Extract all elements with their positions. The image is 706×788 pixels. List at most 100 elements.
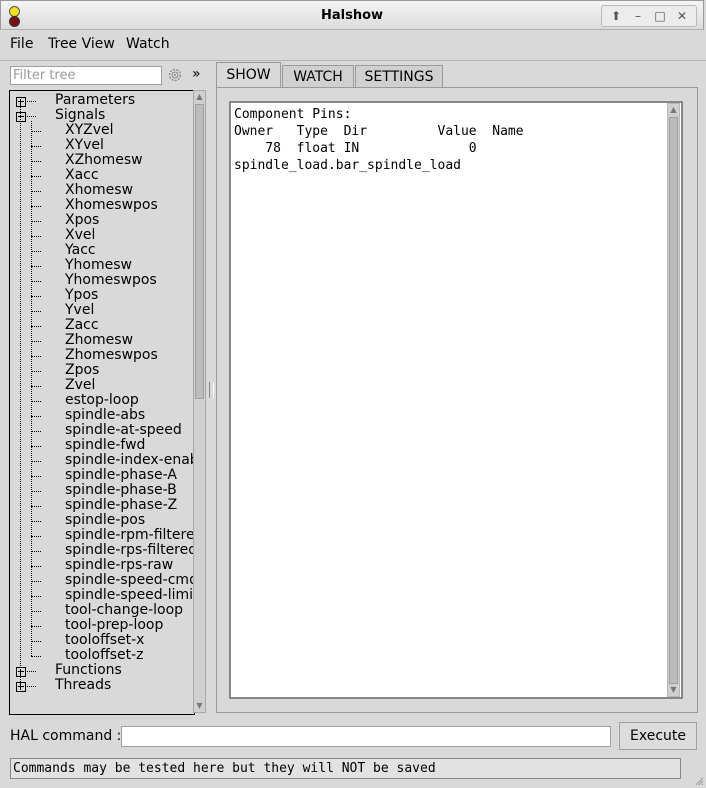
tree-node-label: spindle-phase-Z [65, 497, 178, 513]
tab-settings[interactable]: SETTINGS [355, 65, 443, 87]
execute-button[interactable]: Execute [619, 722, 697, 750]
scroll-thumb[interactable] [669, 117, 678, 684]
menu-tree-view[interactable]: Tree View [48, 36, 115, 52]
tree-leaf-signal[interactable]: spindle-rpm-filtered [65, 528, 194, 543]
scroll-down-icon[interactable]: ▼ [668, 684, 679, 696]
tree-scrollbar[interactable]: ▲ ▼ [193, 90, 206, 713]
tree-leaf-signal[interactable]: Xacc [65, 168, 99, 183]
tree-leaf-signal[interactable]: estop-loop [65, 393, 139, 408]
status-message: Commands may be tested here but they wil… [10, 758, 681, 779]
tree-leaf-signal[interactable]: Zhomesw [65, 333, 133, 348]
tree-node-label: Yvel [65, 302, 95, 318]
tree-node-parameters[interactable]: Parameters [55, 93, 135, 108]
maximize-icon[interactable]: □ [650, 6, 670, 26]
tree-leaf-signal[interactable]: tool-change-loop [65, 603, 183, 618]
tree-leaf-signal[interactable]: Xpos [65, 213, 99, 228]
tree-leaf-signal[interactable]: spindle-phase-A [65, 468, 177, 483]
tree-leaf-signal[interactable]: Xhomesw [65, 183, 133, 198]
minimize-icon[interactable]: – [628, 6, 648, 26]
pane-splitter[interactable] [209, 382, 214, 398]
menu-file[interactable]: File [10, 36, 33, 52]
hal-command-label: HAL command : [10, 728, 122, 744]
output-scrollbar[interactable]: ▲ ▼ [667, 103, 680, 697]
raise-icon[interactable]: ⬆ [606, 6, 626, 26]
expand-node-icon[interactable] [16, 682, 26, 692]
tree-node-threads[interactable]: Threads [55, 678, 111, 693]
tree-connector [31, 356, 41, 357]
tab-show[interactable]: SHOW [216, 62, 281, 88]
scroll-up-icon[interactable]: ▲ [668, 104, 679, 116]
tree-leaf-signal[interactable]: Zvel [65, 378, 95, 393]
title-bar: Halshow ⬆ – □ ✕ [0, 0, 704, 30]
window-controls: ⬆ – □ ✕ [601, 5, 697, 27]
tree-node-functions[interactable]: Functions [55, 663, 122, 678]
tree-leaf-signal[interactable]: tooloffset-z [65, 648, 144, 663]
tree-node-label: tool-change-loop [65, 602, 184, 618]
output-line: spindle_load.bar_spindle_load [234, 158, 461, 173]
tree-leaf-signal[interactable]: spindle-pos [65, 513, 145, 528]
tree-node-signals[interactable]: Signals [55, 108, 105, 123]
tree-leaf-signal[interactable]: Yacc [65, 243, 96, 258]
tree-leaf-signal[interactable]: spindle-fwd [65, 438, 145, 453]
tree-leaf-signal[interactable]: spindle-at-speed [65, 423, 182, 438]
tree-connector [31, 656, 41, 657]
tree-leaf-signal[interactable]: Xvel [65, 228, 95, 243]
tree-leaf-signal[interactable]: tool-prep-loop [65, 618, 163, 633]
resize-grip-icon[interactable] [694, 776, 704, 786]
tree-leaf-signal[interactable]: spindle-rps-filtered [65, 543, 194, 558]
tree-node-label: Yacc [65, 242, 96, 258]
tree-leaf-signal[interactable]: spindle-index-enab [65, 453, 194, 468]
tree-connector [31, 431, 41, 432]
tree-node-label: tooloffset-z [65, 647, 144, 663]
scroll-down-icon[interactable]: ▼ [194, 700, 205, 712]
tree-leaf-signal[interactable]: spindle-speed-limit [65, 587, 195, 603]
tree-connector [31, 131, 41, 132]
tree-leaf-signal[interactable]: Yhomesw [65, 258, 132, 273]
tree-leaf-signal[interactable]: Ypos [65, 288, 98, 303]
tree-connector [31, 341, 41, 342]
show-output-text[interactable]: Component Pins: Owner Type Dir Value Nam… [229, 101, 683, 699]
scroll-thumb[interactable] [195, 104, 204, 399]
tree-leaf-signal[interactable]: XYvel [65, 138, 104, 153]
expand-node-icon[interactable] [16, 667, 26, 677]
tree-node-label: Xvel [65, 227, 96, 243]
tree-leaf-signal[interactable]: spindle-speed-cmd [65, 573, 194, 588]
tree-leaf-signal[interactable]: Zpos [65, 363, 99, 378]
filter-tree-input[interactable] [10, 66, 162, 85]
tree-node-label: estop-loop [65, 392, 139, 408]
tree-leaf-signal[interactable]: Zhomeswpos [65, 348, 158, 363]
collapse-node-icon[interactable] [16, 112, 26, 122]
tree-connector [31, 206, 41, 207]
tree-leaf-signal[interactable]: spindle-rps-raw [65, 558, 173, 573]
gear-icon[interactable] [167, 67, 183, 83]
tree-connector [31, 596, 41, 597]
tree-leaf-signal[interactable]: XZhomesw [65, 153, 143, 168]
menu-watch[interactable]: Watch [126, 36, 170, 52]
tab-watch[interactable]: WATCH [282, 65, 354, 87]
tree-leaf-signal[interactable]: Yvel [65, 303, 94, 318]
tree-leaf-signal[interactable]: Xhomeswpos [65, 198, 158, 213]
tree-connector [31, 641, 41, 642]
tree-node-label: Signals [55, 107, 106, 123]
tree-connector [31, 176, 41, 177]
tree-connector [31, 121, 32, 656]
tree-node-label: tooloffset-x [65, 632, 145, 648]
expand-node-icon[interactable] [16, 97, 26, 107]
tree-leaf-signal[interactable]: Yhomeswpos [65, 273, 157, 288]
tree-leaf-signal[interactable]: Zacc [65, 318, 99, 333]
tree-leaf-signal[interactable]: tooloffset-x [65, 633, 144, 648]
tree-connector [31, 461, 41, 462]
tree-node-label: spindle-speed-limit [65, 587, 195, 603]
scroll-up-icon[interactable]: ▲ [194, 91, 205, 103]
tree-leaf-signal[interactable]: spindle-phase-B [65, 483, 177, 498]
tree-leaf-signal[interactable]: spindle-abs [65, 408, 145, 423]
tree-connector [31, 566, 41, 567]
tree-connector [20, 101, 21, 686]
hal-command-input[interactable] [121, 726, 611, 747]
tree-node-label: spindle-abs [65, 407, 146, 423]
tree-leaf-signal[interactable]: XYZvel [65, 123, 114, 138]
tree-leaf-signal[interactable]: spindle-phase-Z [65, 498, 177, 513]
tree-view[interactable]: Parameters Signals XYZvel XYvel XZhomesw Xacc… [9, 90, 195, 715]
expand-panel-icon[interactable]: » [192, 66, 201, 82]
close-icon[interactable]: ✕ [672, 6, 692, 26]
